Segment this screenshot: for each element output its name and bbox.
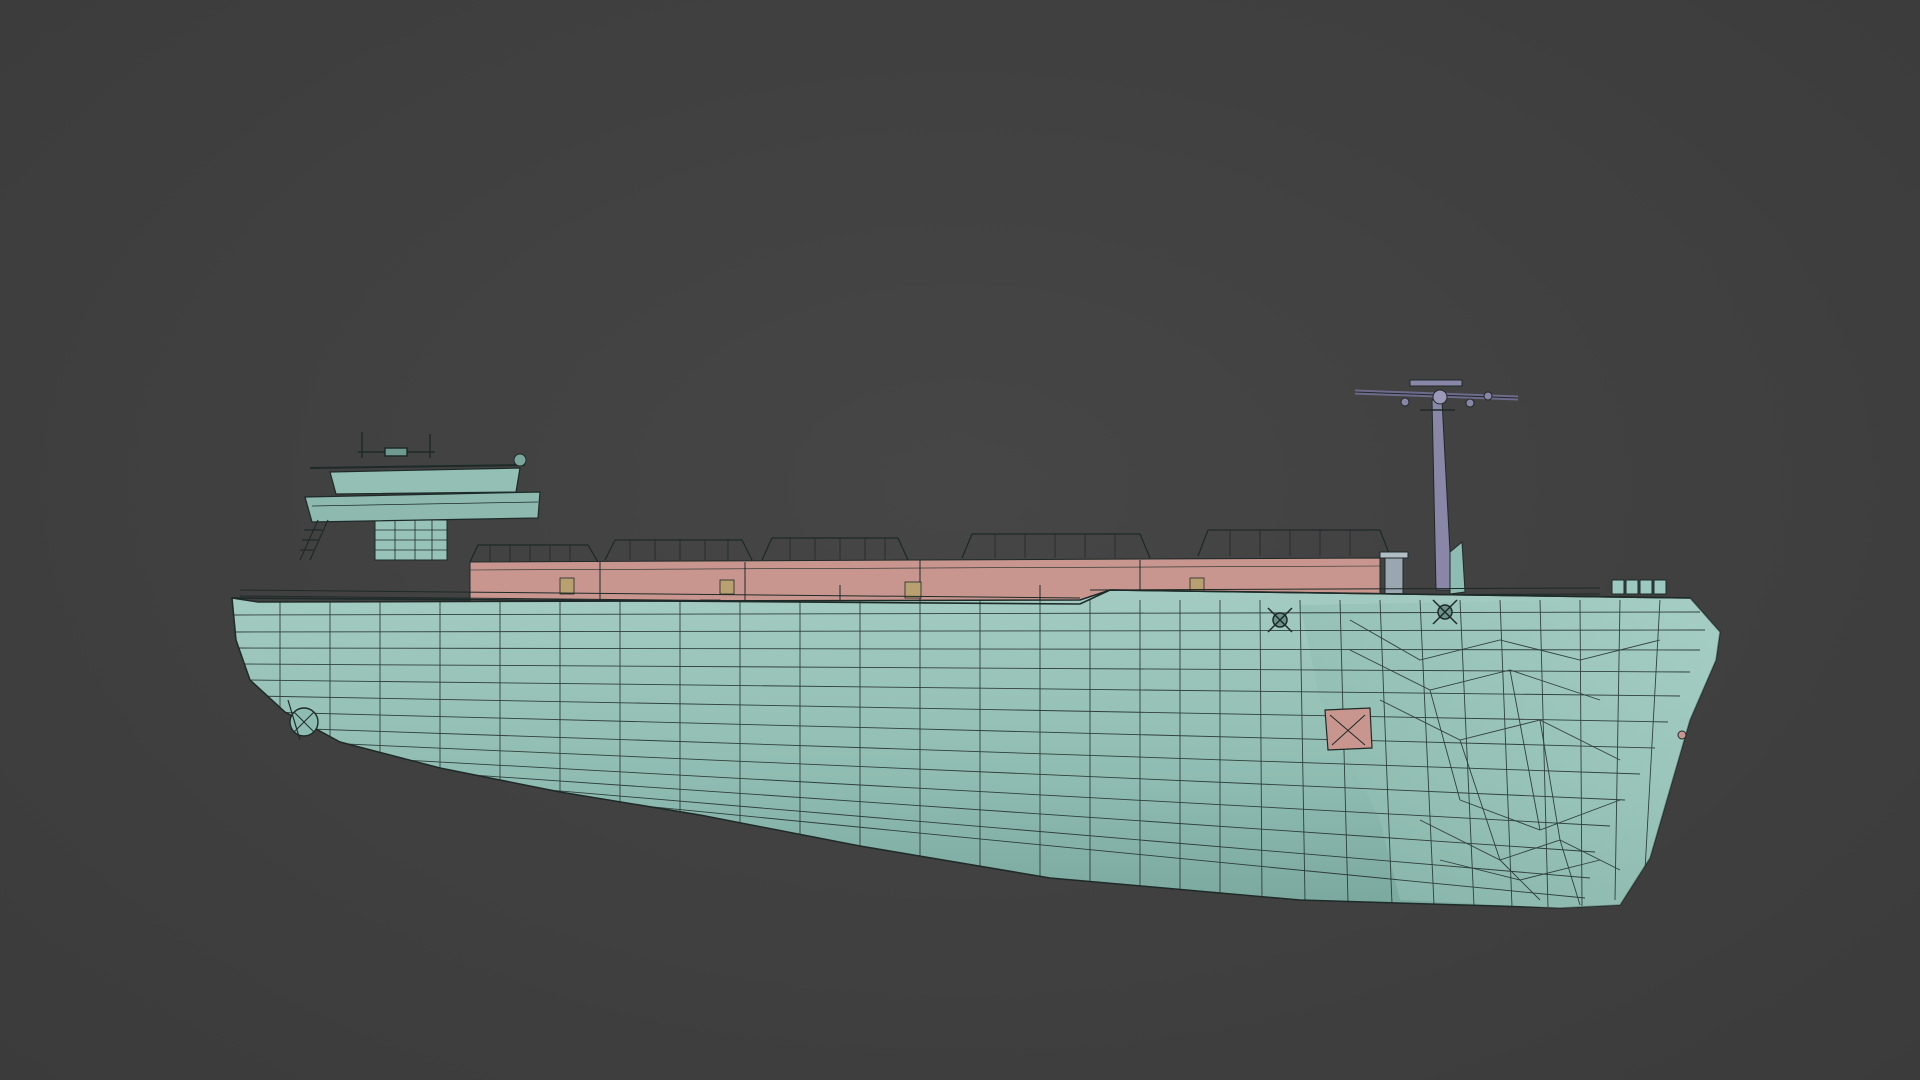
- bow-equipment: [1611, 579, 1667, 595]
- bridge: [299, 432, 541, 561]
- hull: [231, 589, 1721, 909]
- bow-light: [1677, 730, 1687, 740]
- 3d-viewport[interactable]: [0, 0, 1920, 1080]
- anchor-pocket: [1324, 707, 1373, 751]
- ship-model[interactable]: [0, 0, 1920, 1080]
